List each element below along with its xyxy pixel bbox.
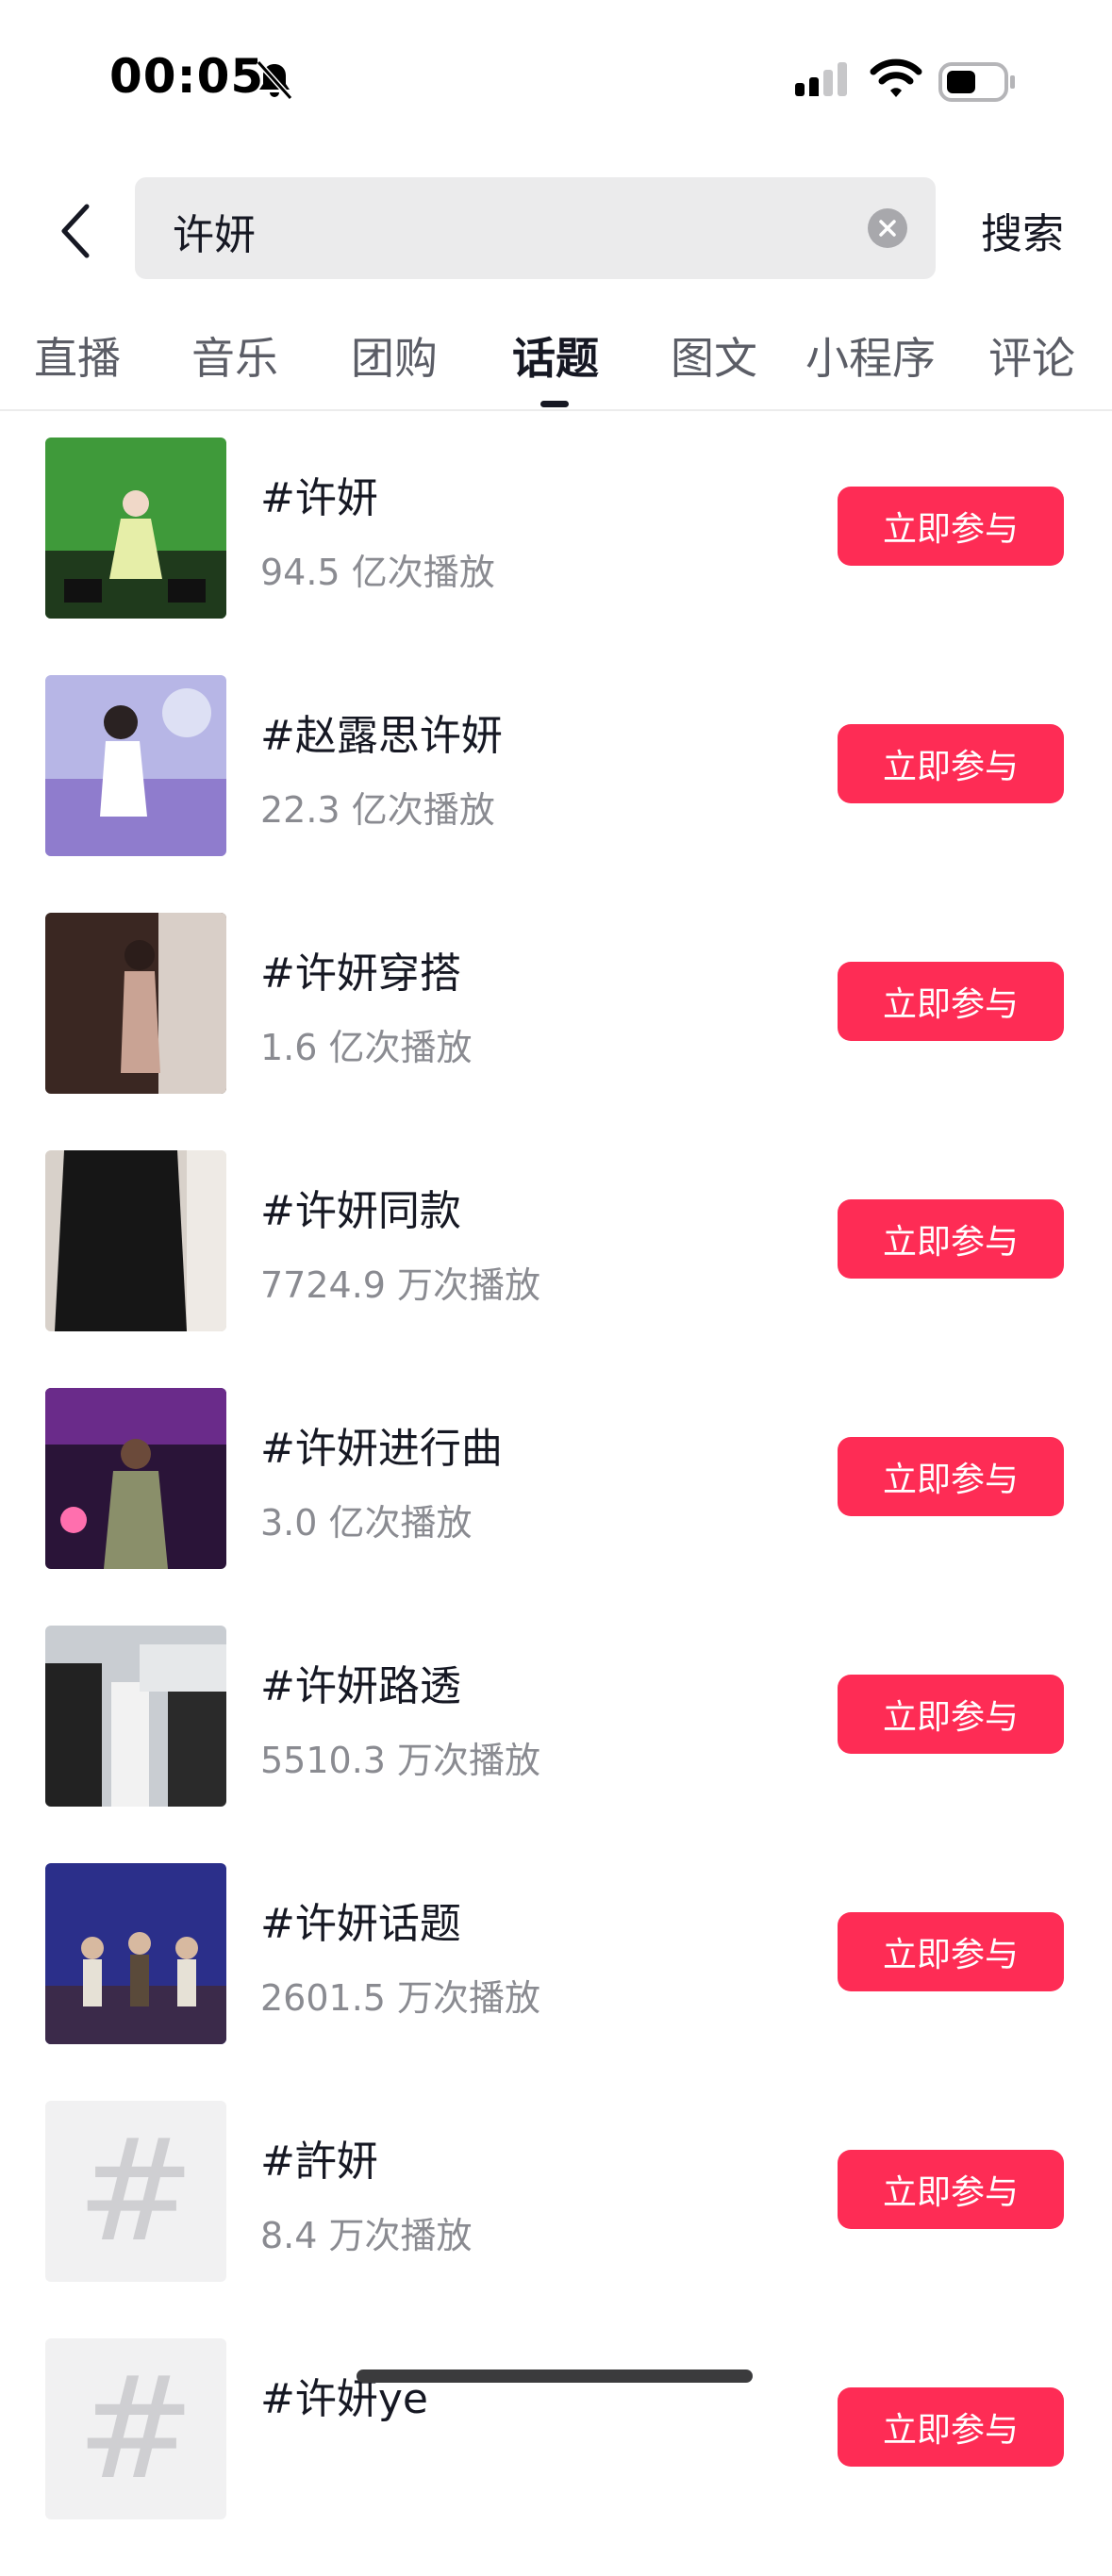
join-topic-button[interactable]: 立即参与: [838, 1675, 1064, 1754]
topic-title: #許妍: [260, 2138, 378, 2186]
topic-play-count: 8.4 万次播放: [260, 2215, 473, 2256]
search-query-text: 许妍: [173, 211, 256, 259]
topic-thumbnail: [45, 1863, 226, 2044]
topic-thumbnail: [45, 675, 226, 856]
topic-play-count: 22.3 亿次播放: [260, 789, 495, 831]
topic-play-count: 5510.3 万次播放: [260, 1740, 541, 1781]
topic-row[interactable]: #许妍 94.5 亿次播放 立即参与: [0, 438, 1112, 675]
clear-search-button[interactable]: [868, 208, 907, 248]
active-tab-indicator: [540, 401, 569, 407]
cellular-signal-icon: [795, 60, 854, 104]
close-icon: [879, 220, 896, 237]
join-topic-button[interactable]: 立即参与: [838, 1199, 1064, 1279]
topic-title: #赵露思许妍: [260, 712, 503, 760]
topic-row[interactable]: # #許妍 8.4 万次播放 立即参与: [0, 2101, 1112, 2338]
topic-row[interactable]: #赵露思许妍 22.3 亿次播放 立即参与: [0, 675, 1112, 913]
wifi-icon: [870, 57, 922, 102]
tab-music[interactable]: 音乐: [191, 324, 278, 387]
topic-row[interactable]: #许妍话题 2601.5 万次播放 立即参与: [0, 1863, 1112, 2101]
tab-mini-programs[interactable]: 小程序: [805, 324, 936, 387]
join-topic-button[interactable]: 立即参与: [838, 1912, 1064, 1991]
topic-play-count: 3.0 亿次播放: [260, 1502, 473, 1544]
join-topic-button[interactable]: 立即参与: [838, 724, 1064, 803]
topic-row[interactable]: #许妍同款 7724.9 万次播放 立即参与: [0, 1150, 1112, 1388]
hashtag-placeholder-icon: #: [45, 2338, 226, 2519]
topic-thumbnail: [45, 1626, 226, 1807]
hashtag-placeholder-icon: #: [45, 2101, 226, 2282]
topic-title: #许妍同款: [260, 1187, 461, 1235]
topic-play-count: 94.5 亿次播放: [260, 552, 495, 593]
topic-title: #许妍穿搭: [260, 949, 461, 998]
tab-topics[interactable]: 话题: [512, 324, 599, 387]
topic-title: #许妍进行曲: [260, 1425, 503, 1473]
chevron-left-icon: [61, 204, 90, 258]
back-button[interactable]: [47, 189, 104, 273]
tab-image-text[interactable]: 图文: [671, 324, 757, 387]
join-topic-button[interactable]: 立即参与: [838, 2387, 1064, 2467]
topic-play-count: 2601.5 万次播放: [260, 1977, 541, 2019]
status-time: 00:05: [109, 49, 265, 104]
topic-title: #许妍: [260, 474, 378, 522]
join-topic-button[interactable]: 立即参与: [838, 962, 1064, 1041]
status-bar: 00:05: [0, 0, 1112, 160]
topic-row[interactable]: #许妍进行曲 3.0 亿次播放 立即参与: [0, 1388, 1112, 1626]
topic-thumbnail: [45, 913, 226, 1094]
topic-row[interactable]: #许妍穿搭 1.6 亿次播放 立即参与: [0, 913, 1112, 1150]
topic-title: #许妍路透: [260, 1662, 461, 1710]
home-indicator[interactable]: [357, 2370, 753, 2383]
battery-icon: [938, 60, 1018, 104]
topic-row[interactable]: #许妍路透 5510.3 万次播放 立即参与: [0, 1626, 1112, 1863]
search-input[interactable]: 许妍: [135, 177, 936, 279]
join-topic-button[interactable]: 立即参与: [838, 2150, 1064, 2229]
tab-comments[interactable]: 评论: [988, 324, 1075, 387]
tab-live[interactable]: 直播: [34, 324, 121, 387]
topic-thumbnail: [45, 1388, 226, 1569]
topic-thumbnail: [45, 1150, 226, 1331]
bell-muted-icon: [253, 58, 296, 102]
search-button[interactable]: 搜索: [981, 200, 1064, 260]
topic-title: #许妍话题: [260, 1900, 461, 1948]
tab-group-buy[interactable]: 团购: [351, 324, 438, 387]
topic-play-count: 7724.9 万次播放: [260, 1264, 541, 1306]
topic-play-count: 1.6 亿次播放: [260, 1027, 473, 1068]
category-tabs: 直播 音乐 团购 话题 图文 小程序 评论: [0, 311, 1112, 411]
join-topic-button[interactable]: 立即参与: [838, 487, 1064, 566]
topic-thumbnail: [45, 438, 226, 619]
join-topic-button[interactable]: 立即参与: [838, 1437, 1064, 1516]
